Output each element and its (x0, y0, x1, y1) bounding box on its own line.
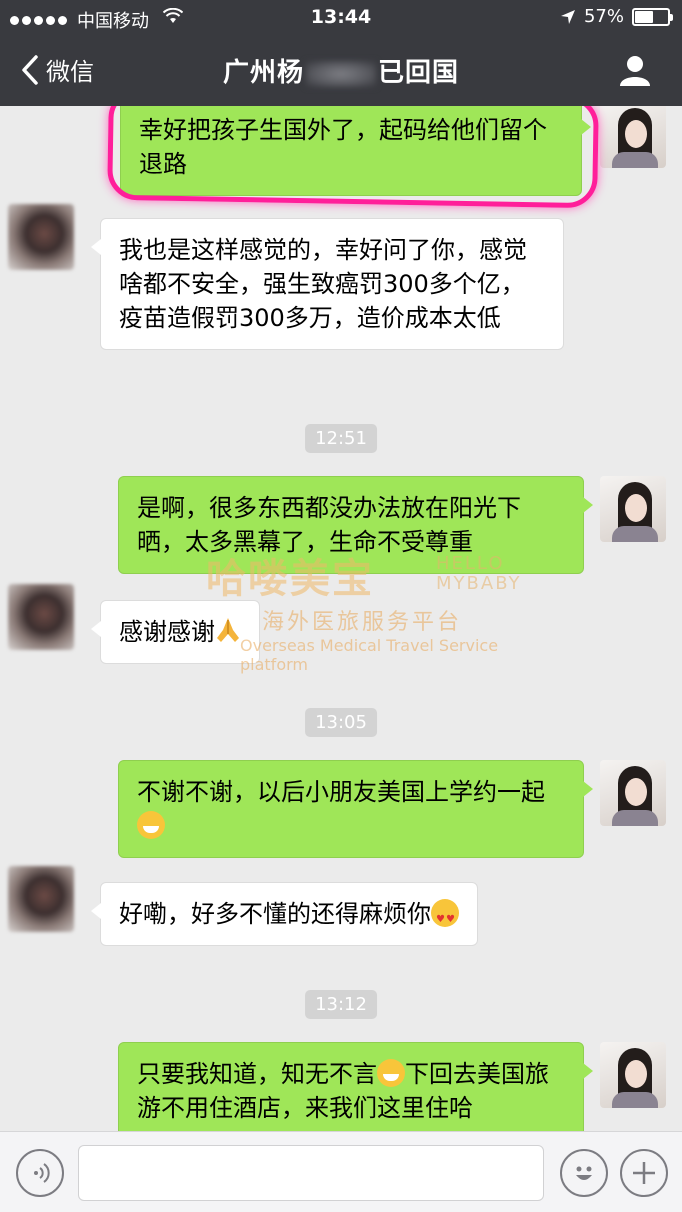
contact-avatar[interactable] (8, 584, 74, 650)
emoji-face-icon (576, 1166, 592, 1180)
message-text: 不谢不谢，以后小朋友美国上学约一起 (137, 778, 545, 806)
message-text: 好嘞，好多不懂的还得麻烦你 (119, 900, 431, 928)
message-self[interactable]: 是啊，很多东西都没办法放在阳光下晒，太多黑幕了，生命不受尊重 (118, 476, 593, 574)
contact-avatar[interactable] (8, 866, 74, 932)
message-text: 感谢感谢 (119, 618, 215, 646)
add-button[interactable] (620, 1149, 668, 1197)
battery-icon (632, 7, 673, 26)
chat-area[interactable]: 幸好把孩子生国外了，起码给他们留个退路 我也是这样感觉的，幸好问了你，感觉啥都不… (0, 106, 682, 1131)
message-text: 只要我知道，知无不言 (137, 1060, 377, 1088)
self-avatar[interactable] (600, 476, 666, 542)
chat-title: 广州杨 已回国 (0, 52, 682, 89)
self-avatar[interactable] (600, 1042, 666, 1108)
voice-icon (34, 1163, 50, 1183)
self-avatar[interactable] (600, 106, 666, 168)
add-icon (633, 1162, 655, 1184)
status-right: 57% (560, 6, 673, 27)
message-other[interactable]: 我也是这样感觉的，幸好问了你，感觉啥都不安全，强生致癌罚300多个亿，疫苗造假罚… (91, 218, 564, 350)
self-avatar[interactable] (600, 760, 666, 826)
battery-fill (635, 10, 654, 23)
timestamp: 13:05 (305, 708, 377, 737)
chat-title-left: 广州杨 (222, 58, 304, 88)
watermark-subtitle-en: Overseas Medical Travel Service platform (240, 636, 499, 674)
grin-emoji-icon (377, 1059, 405, 1087)
top-bar: 中国移动 13:44 57% 微信 广州杨 已回国 (0, 0, 682, 106)
heart-eyes-emoji-icon (431, 899, 459, 937)
message-other[interactable]: 好嘞，好多不懂的还得麻烦你 (91, 882, 478, 946)
watermark-en2: MYBABY (436, 573, 522, 594)
message-text: 是啊，很多东西都没办法放在阳光下晒，太多黑幕了，生命不受尊重 (137, 494, 521, 556)
redacted-name (306, 60, 376, 87)
message-input[interactable] (78, 1145, 544, 1201)
nav-bar: 微信 广州杨 已回国 (0, 40, 682, 102)
pray-emoji-icon (217, 618, 239, 642)
contact-info-icon[interactable] (618, 54, 652, 86)
message-self[interactable]: 只要我知道，知无不言 下回去美国旅游不用住酒店，来我们这里住哈 (118, 1042, 593, 1131)
location-arrow-icon (560, 9, 575, 24)
highlight-circle (107, 106, 599, 209)
message-other[interactable]: 感谢感谢 (91, 600, 260, 664)
timestamp: 12:51 (305, 424, 377, 453)
chat-title-right: 已回国 (378, 58, 460, 88)
voice-button[interactable] (16, 1149, 64, 1197)
input-bar (0, 1131, 682, 1212)
grin-emoji-icon (137, 811, 165, 839)
message-self[interactable]: 不谢不谢，以后小朋友美国上学约一起 (118, 760, 593, 858)
battery-percent: 57% (583, 6, 624, 27)
timestamp: 13:12 (305, 990, 377, 1019)
status-bar: 中国移动 13:44 57% (0, 0, 682, 36)
emoji-button[interactable] (560, 1149, 608, 1197)
contact-avatar[interactable] (8, 204, 74, 270)
message-text: 我也是这样感觉的，幸好问了你，感觉啥都不安全，强生致癌罚300多个亿，疫苗造假罚… (119, 236, 527, 332)
watermark-subtitle: 海外医旅服务平台 (262, 610, 463, 635)
